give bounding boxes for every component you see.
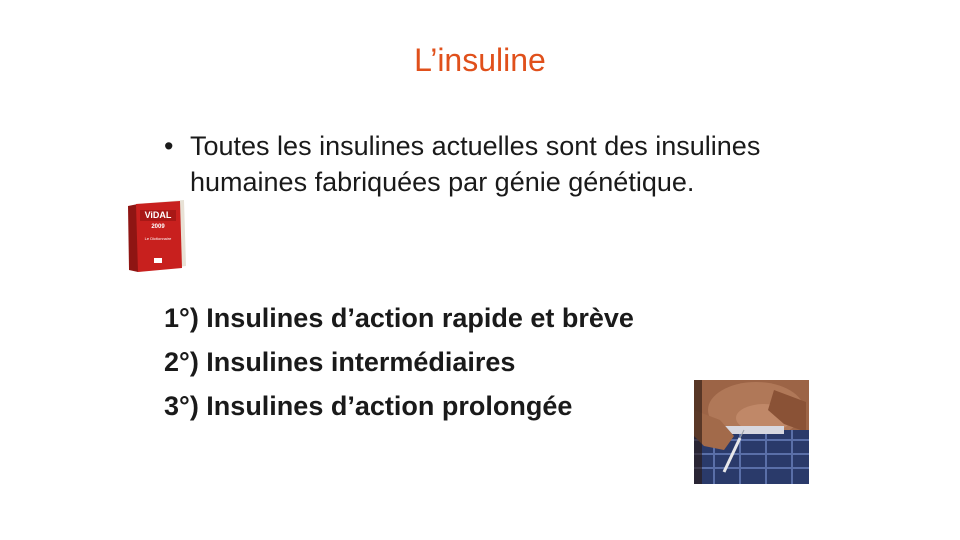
list-item-prolonged: 3°) Insulines d’action prolongée bbox=[164, 391, 573, 421]
insulin-injection-photo bbox=[694, 380, 809, 484]
book-logo-text: ViDAL bbox=[145, 210, 172, 220]
book-subtitle: Le Dictionnaire bbox=[145, 236, 172, 241]
slide: L’insuline • Toutes les insulines actuel… bbox=[0, 0, 960, 540]
book-year: 2009 bbox=[151, 224, 165, 230]
insulin-types-list: 1°) Insulines d’action rapide et brève 2… bbox=[164, 296, 784, 428]
list-item-intermediate: 2°) Insulines intermédiaires bbox=[164, 347, 516, 377]
bullet-text: Toutes les insulines actuelles sont des … bbox=[190, 131, 761, 197]
list-item-rapid: 1°) Insulines d’action rapide et brève bbox=[164, 303, 634, 333]
slide-title: L’insuline bbox=[414, 42, 546, 78]
bullet-symbol: • bbox=[164, 131, 174, 161]
vidal-book-image: ViDAL 2009 Le Dictionnaire bbox=[128, 200, 186, 272]
